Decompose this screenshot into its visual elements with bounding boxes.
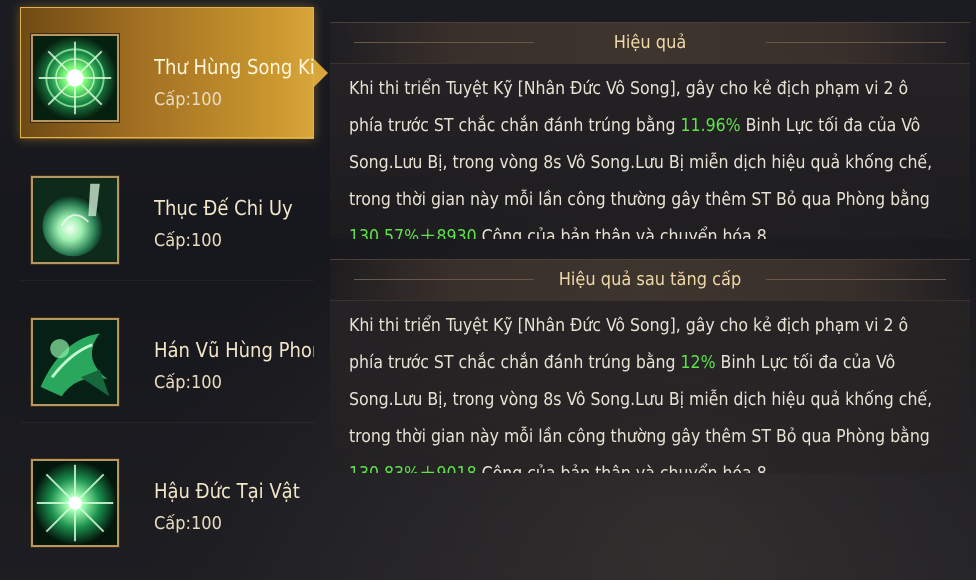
skill-level: Cấp:100 xyxy=(154,230,222,251)
skill-item-thuc-de-chi-uy[interactable]: Thục Đế Chi Uy Cấp:100 xyxy=(20,148,314,281)
effect-header: Hiệu quả xyxy=(330,22,970,64)
effect-body[interactable]: Khi thi triển Tuyệt Kỹ [Nhân Đức Vô Song… xyxy=(330,63,970,239)
next-effect-value-percent: 12% xyxy=(680,353,716,373)
skill-item-han-vu-hung-phong[interactable]: Hán Vũ Hùng Phong Cấp:100 xyxy=(20,290,314,423)
skill-level: Cấp:100 xyxy=(154,513,222,534)
effect-value-percent: 11.96% xyxy=(680,116,741,136)
next-effect-description: Khi thi triển Tuyệt Kỹ [Nhân Đức Vô Song… xyxy=(349,308,939,473)
skill-item-hau-duc-tai-vat[interactable]: Hậu Đức Tại Vật Cấp:100 xyxy=(20,431,314,563)
next-effect-value-ignore-defense: 130.83%＋9018 xyxy=(349,464,477,473)
selected-arrow-icon xyxy=(314,58,328,87)
next-effect-body[interactable]: Khi thi triển Tuyệt Kỹ [Nhân Đức Vô Song… xyxy=(330,300,970,473)
skill-name: Hán Vũ Hùng Phong xyxy=(154,338,314,362)
twin-sword-burst-icon xyxy=(31,34,119,122)
emperor-orb-icon xyxy=(31,176,119,264)
skill-level: Cấp:100 xyxy=(154,372,222,393)
skill-name: Thục Đế Chi Uy xyxy=(154,196,293,220)
effect-value-ignore-defense: 130.57%＋8930 xyxy=(349,227,477,239)
skill-level: Cấp:100 xyxy=(154,89,222,110)
virtue-star-icon xyxy=(31,459,119,547)
next-effect-title: Hiệu quả sau tăng cấp xyxy=(558,269,742,290)
skill-name: Thư Hùng Song Kiếm xyxy=(154,55,314,79)
next-effect-header: Hiệu quả sau tăng cấp xyxy=(330,259,970,301)
effect-description: Khi thi triển Tuyệt Kỹ [Nhân Đức Vô Song… xyxy=(349,71,939,239)
skill-name: Hậu Đức Tại Vật xyxy=(154,479,300,503)
skill-list: Thư Hùng Song Kiếm Cấp:100 Thục Đế Chi U… xyxy=(0,0,328,580)
effect-title: Hiệu quả xyxy=(613,32,687,53)
dragon-wind-icon xyxy=(31,318,119,406)
skill-item-thu-hung-song-kiem[interactable]: Thư Hùng Song Kiếm Cấp:100 xyxy=(20,7,328,139)
